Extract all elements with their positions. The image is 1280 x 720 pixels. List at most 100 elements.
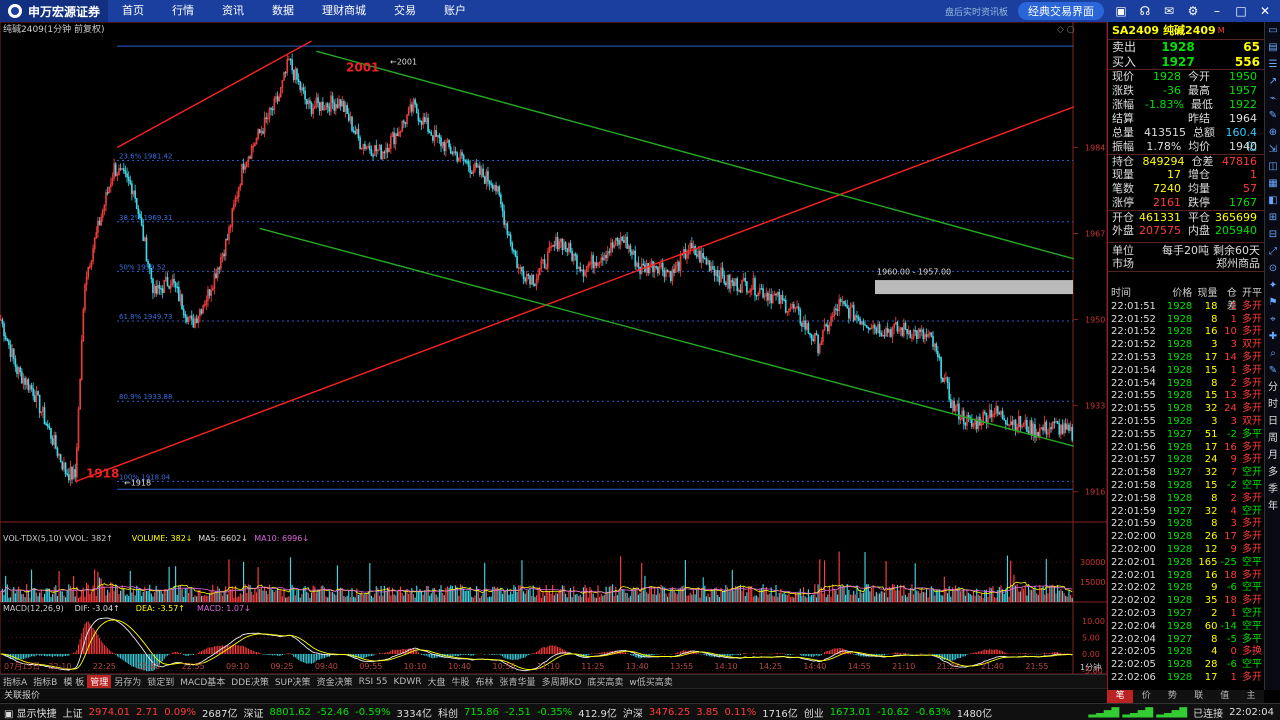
chart-tool-icon[interactable]: ⇲ bbox=[1265, 142, 1280, 158]
indicator-tab[interactable]: 指标B bbox=[30, 675, 60, 688]
chart-tool-icon[interactable]: ☰ bbox=[1265, 57, 1280, 73]
chart-tool-icon[interactable]: ✦ bbox=[1265, 278, 1280, 294]
chart-tool-icon[interactable]: ↗ bbox=[1265, 74, 1280, 90]
candle-body bbox=[190, 315, 193, 320]
volume-bar bbox=[37, 596, 39, 602]
period-周[interactable]: 周 bbox=[1265, 431, 1280, 447]
nav-account[interactable]: 账户 bbox=[430, 0, 480, 22]
candle-body bbox=[448, 139, 450, 148]
indicator-tab[interactable]: 牛股 bbox=[449, 675, 473, 688]
quote-tab[interactable]: 势 bbox=[1159, 690, 1185, 703]
candle-body bbox=[150, 268, 153, 280]
nav-home[interactable]: 首页 bbox=[108, 0, 158, 22]
range-box[interactable] bbox=[875, 280, 1073, 295]
nav-market[interactable]: 行情 bbox=[158, 0, 208, 22]
chart-tool-icon[interactable]: ⊙ bbox=[1265, 261, 1280, 277]
chart-tool-icon[interactable]: ⌁ bbox=[1265, 91, 1280, 107]
period-分[interactable]: 分 bbox=[1265, 380, 1280, 396]
chart-tool-icon[interactable]: ⊞ bbox=[1265, 210, 1280, 226]
chart-tool-icon[interactable]: ⌖ bbox=[1265, 312, 1280, 328]
period-季[interactable]: 季 bbox=[1265, 482, 1280, 498]
tick-price: 1928 bbox=[1166, 582, 1193, 594]
indicator-tab[interactable]: 底买高卖 bbox=[584, 675, 626, 688]
close-icon[interactable]: ✕ bbox=[1258, 4, 1272, 18]
trendline[interactable] bbox=[259, 227, 1074, 447]
nav-trade[interactable]: 交易 bbox=[380, 0, 430, 22]
wallet-icon[interactable]: ▣ bbox=[1114, 4, 1128, 18]
indicator-tab[interactable]: 锁定到 bbox=[144, 675, 177, 688]
index-name[interactable]: 科创 bbox=[438, 705, 458, 720]
volume-bar bbox=[1065, 595, 1067, 602]
nav-news[interactable]: 资讯 bbox=[208, 0, 258, 22]
chart-tool-icon[interactable]: ✎ bbox=[1265, 363, 1280, 379]
volume-bar bbox=[1037, 594, 1039, 602]
chart-tool-icon[interactable]: ▦ bbox=[1265, 176, 1280, 192]
trendline[interactable] bbox=[316, 50, 1074, 260]
classic-trade-button[interactable]: 经典交易界面 bbox=[1018, 2, 1104, 20]
tick-list[interactable]: 时间 价格 现量 仓差 开平 22:01:51 1928 18 1 多开 22:01:52 1928 8… bbox=[1108, 288, 1265, 685]
chart-tool-icon[interactable]: ◫ bbox=[1265, 159, 1280, 175]
volume-bar bbox=[459, 584, 462, 602]
quote-tab[interactable]: 联 bbox=[1186, 690, 1212, 703]
indicator-tab[interactable]: 资金决策 bbox=[314, 675, 356, 688]
chart-zoom-icon[interactable]: ◇ ○ bbox=[1057, 25, 1075, 35]
index-name[interactable]: 创业 bbox=[804, 705, 824, 720]
indicator-tab[interactable]: SUP决策 bbox=[272, 675, 314, 688]
chart-tool-icon[interactable]: ▭ bbox=[1265, 23, 1280, 39]
index-name[interactable]: 沪深 bbox=[623, 705, 643, 720]
period-多[interactable]: 多 bbox=[1265, 465, 1280, 481]
quote-tab[interactable]: 主 bbox=[1238, 690, 1264, 703]
indicator-tab[interactable]: KDWR bbox=[391, 677, 425, 687]
tick-time: 22:01:55 bbox=[1111, 403, 1156, 415]
period-月[interactable]: 月 bbox=[1265, 448, 1280, 464]
indicator-tab[interactable]: 指标A bbox=[0, 675, 30, 688]
tick-open-close: 多换 bbox=[1242, 646, 1262, 658]
chart-tool-icon[interactable]: ⊟ bbox=[1265, 227, 1280, 243]
nav-wealth-mall[interactable]: 理财商城 bbox=[308, 0, 380, 22]
trendline[interactable] bbox=[116, 40, 312, 149]
period-时[interactable]: 时 bbox=[1265, 397, 1280, 413]
trendline[interactable] bbox=[75, 106, 1075, 483]
period-日[interactable]: 日 bbox=[1265, 414, 1280, 430]
volume-bar bbox=[1053, 586, 1055, 602]
indicator-tab[interactable]: MACD基本 bbox=[177, 675, 228, 688]
quick-display-toggle[interactable]: ▣ 显示快捷 bbox=[4, 705, 57, 720]
related-quotes-bar[interactable]: 关联报价 bbox=[0, 688, 1107, 702]
indicator-tab[interactable]: RSI 55 bbox=[356, 677, 391, 687]
chart-tool-icon[interactable]: ▤ bbox=[1265, 40, 1280, 56]
index-name[interactable]: 深证 bbox=[244, 705, 264, 720]
indicator-tab[interactable]: 大盘 bbox=[425, 675, 449, 688]
kline-chart[interactable]: 纯碱2409(1分钟 前复权) ◇ ○ 1984 1967 1950 1933 1916 23… bbox=[0, 22, 1107, 674]
indicator-tab[interactable]: DDE决策 bbox=[228, 675, 272, 688]
indicator-tab[interactable]: 布林 bbox=[473, 675, 497, 688]
chart-tool-icon[interactable]: ⊕ bbox=[1265, 125, 1280, 141]
kline-chart-area[interactable]: 纯碱2409(1分钟 前复权) ◇ ○ 1984 1967 1950 1933 1916 23… bbox=[0, 22, 1107, 674]
indicator-tab[interactable]: 管理 bbox=[87, 675, 112, 688]
mail-icon[interactable]: ✉ bbox=[1162, 4, 1176, 18]
indicator-tab[interactable]: 张青华量 bbox=[497, 675, 539, 688]
index-name[interactable]: 上证 bbox=[63, 705, 83, 720]
chart-tool-icon[interactable]: ⌕ bbox=[1265, 346, 1280, 362]
indicator-tab[interactable]: w低买高卖 bbox=[626, 675, 675, 688]
nav-data[interactable]: 数据 bbox=[258, 0, 308, 22]
gear-icon[interactable]: ⚙ bbox=[1186, 4, 1200, 18]
headset-icon[interactable]: ☊ bbox=[1138, 4, 1152, 18]
chart-tool-icon[interactable]: ✎ bbox=[1265, 108, 1280, 124]
indicator-tab[interactable]: 多周期KD bbox=[539, 675, 585, 688]
chart-tool-icon[interactable]: ✚ bbox=[1265, 329, 1280, 345]
maximize-icon[interactable]: □ bbox=[1234, 4, 1248, 18]
quote-stat-label: 总量 bbox=[1112, 126, 1134, 139]
quote-tab[interactable]: 值 bbox=[1212, 690, 1238, 703]
quote-tab[interactable]: 价 bbox=[1133, 690, 1159, 703]
chart-tool-icon[interactable]: ⤢ bbox=[1265, 244, 1280, 260]
chart-tool-icon[interactable]: ◧ bbox=[1265, 193, 1280, 209]
candle-body bbox=[1068, 424, 1070, 431]
realtime-news-ticker[interactable]: 盘后实时资讯板 bbox=[945, 5, 1008, 18]
indicator-tab[interactable]: 另存为 bbox=[111, 675, 144, 688]
quote-tab[interactable]: 笔 bbox=[1107, 690, 1134, 703]
indicator-tab[interactable]: 模 板 bbox=[60, 675, 87, 688]
candle-body bbox=[226, 238, 229, 241]
period-年[interactable]: 年 bbox=[1265, 499, 1280, 515]
chart-tool-icon[interactable]: ⚑ bbox=[1265, 295, 1280, 311]
minimize-icon[interactable]: – bbox=[1210, 4, 1224, 18]
